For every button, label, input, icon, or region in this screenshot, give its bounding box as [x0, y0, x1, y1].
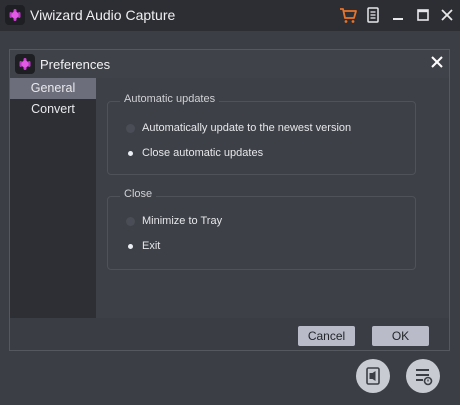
auto-update-option[interactable]: Automatically update to the newest versi… — [126, 120, 351, 136]
close-icon[interactable] — [436, 4, 458, 26]
close-auto-updates-option[interactable]: Close automatic updates — [126, 145, 263, 161]
sidebar-item-convert[interactable]: Convert — [10, 99, 96, 120]
exit-option[interactable]: Exit — [126, 238, 160, 254]
option-label: Exit — [142, 240, 161, 252]
option-label: Automatically update to the newest versi… — [142, 122, 352, 134]
menu-icon[interactable] — [362, 4, 384, 26]
radio-button[interactable] — [126, 216, 135, 226]
radio-button[interactable] — [126, 123, 135, 133]
title-bar: Viwizard Audio Capture — [0, 0, 460, 31]
app-title: Viwizard Audio Capture — [30, 7, 176, 23]
cart-icon[interactable] — [337, 4, 359, 26]
automatic-updates-group: Automatic updates Automatically update t… — [107, 93, 416, 175]
audio-file-icon — [366, 367, 380, 385]
audio-file-button[interactable] — [356, 359, 390, 393]
task-list-button[interactable] — [406, 359, 440, 393]
task-list-icon — [416, 369, 433, 386]
option-label: Close automatic updates — [142, 147, 264, 159]
group-label: Close — [120, 188, 157, 200]
group-label: Automatic updates — [120, 93, 220, 105]
close-group: Close Minimize to Tray Exit — [107, 188, 416, 270]
preferences-sidebar: General Convert — [10, 78, 96, 318]
radio-button[interactable] — [126, 148, 135, 158]
preferences-content: Automatic updates Automatically update t… — [96, 78, 449, 318]
option-label: Minimize to Tray — [142, 215, 223, 227]
maximize-icon[interactable] — [412, 4, 434, 26]
close-icon[interactable] — [428, 53, 446, 71]
app-logo-icon — [5, 5, 25, 25]
minimize-to-tray-option[interactable]: Minimize to Tray — [126, 213, 222, 229]
dialog-header: Preferences — [10, 50, 449, 78]
app-logo-icon — [15, 54, 35, 74]
dialog-title: Preferences — [40, 57, 111, 72]
ok-button[interactable]: OK — [372, 326, 429, 346]
preferences-dialog: Preferences General Convert Automatic up… — [9, 49, 450, 351]
cancel-button[interactable]: Cancel — [298, 326, 355, 346]
minimize-icon[interactable] — [387, 4, 409, 26]
sidebar-item-general[interactable]: General — [10, 78, 96, 99]
radio-button[interactable] — [126, 241, 135, 251]
dialog-footer: Cancel OK — [10, 318, 449, 350]
